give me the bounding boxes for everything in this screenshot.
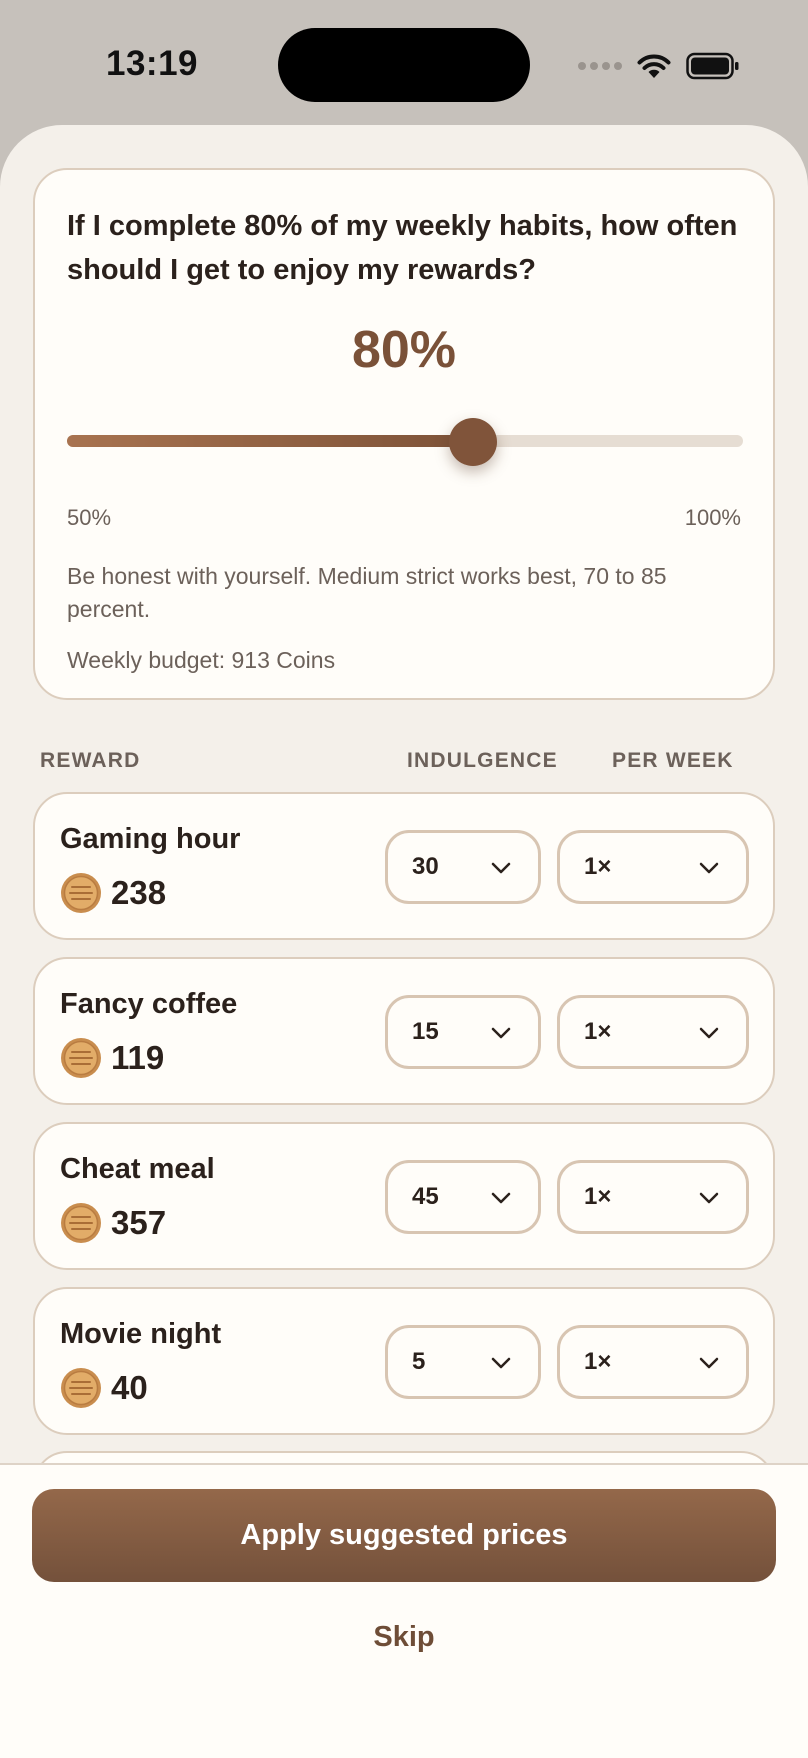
status-bar: 13:19 — [0, 0, 808, 125]
reward-row-fancy-coffee: Fancy coffee 119 15 1× — [33, 957, 775, 1105]
slider-max-label: 100% — [684, 505, 741, 530]
reward-row-movie-night: Movie night 40 5 1× — [33, 1287, 775, 1435]
indulgence-select[interactable]: 15 — [385, 995, 541, 1069]
reward-row-gaming-hour: Gaming hour 238 30 1× — [33, 792, 775, 940]
per-week-select[interactable]: 1× — [557, 995, 749, 1069]
indulgence-value: 5 — [412, 1348, 426, 1375]
reward-name: Cheat meal — [60, 1153, 215, 1185]
battery-icon — [686, 52, 739, 80]
footer: Apply suggested prices Skip — [0, 1463, 808, 1758]
chevron-down-icon — [699, 1192, 719, 1204]
chevron-down-icon — [699, 862, 719, 874]
indulgence-select[interactable]: 30 — [385, 830, 541, 904]
cellular-signal-icon — [578, 62, 622, 70]
per-week-select[interactable]: 1× — [557, 830, 749, 904]
per-week-select[interactable]: 1× — [557, 1325, 749, 1399]
status-time: 13:19 — [106, 44, 199, 83]
completion-percent: 80% — [351, 321, 457, 379]
completion-card: If I complete 80% of my weekly habits, h… — [33, 168, 775, 700]
chevron-down-icon — [699, 1027, 719, 1039]
reward-name: Fancy coffee — [60, 988, 238, 1020]
slider-fill — [67, 435, 473, 447]
reward-cost: 238 — [111, 874, 167, 911]
completion-slider[interactable] — [67, 418, 743, 466]
chevron-down-icon — [491, 1357, 511, 1369]
reward-cost: 40 — [111, 1369, 148, 1406]
slider-thumb[interactable] — [448, 418, 497, 466]
indulgence-select[interactable]: 45 — [385, 1160, 541, 1234]
coin-icon — [61, 1038, 101, 1078]
per-week-select[interactable]: 1× — [557, 1160, 749, 1234]
slider-min-label: 50% — [67, 505, 112, 530]
column-header-indulgence: INDULGENCE — [407, 749, 558, 772]
wifi-icon — [637, 54, 671, 78]
column-header-per-week: PER WEEK — [612, 749, 734, 772]
indulgence-value: 45 — [412, 1183, 439, 1210]
reward-name: Gaming hour — [60, 823, 241, 855]
column-header-reward: REWARD — [40, 749, 141, 772]
indulgence-value: 30 — [412, 853, 439, 880]
chevron-down-icon — [491, 1027, 511, 1039]
per-week-value: 1× — [584, 1183, 612, 1210]
per-week-value: 1× — [584, 1348, 612, 1375]
reward-cost: 357 — [111, 1204, 167, 1241]
weekly-budget: Weekly budget: 913 Coins — [67, 647, 336, 673]
apply-suggested-prices-button[interactable]: Apply suggested prices — [32, 1489, 776, 1582]
chevron-down-icon — [491, 1192, 511, 1204]
chevron-down-icon — [491, 862, 511, 874]
reward-name: Movie night — [60, 1318, 222, 1350]
coin-icon — [61, 1203, 101, 1243]
skip-button[interactable]: Skip — [0, 1621, 808, 1654]
per-week-value: 1× — [584, 1018, 612, 1045]
question-text: If I complete 80% of my weekly habits, h… — [67, 210, 738, 286]
hint-text: Be honest with yourself. Medium strict w… — [67, 563, 667, 622]
indulgence-value: 15 — [412, 1018, 439, 1045]
reward-row-cheat-meal: Cheat meal 357 45 1× — [33, 1122, 775, 1270]
status-icons — [578, 48, 740, 84]
coin-icon — [61, 873, 101, 913]
chevron-down-icon — [699, 1357, 719, 1369]
dynamic-island — [278, 28, 530, 102]
reward-cost: 119 — [111, 1039, 165, 1076]
indulgence-select[interactable]: 5 — [385, 1325, 541, 1399]
coin-icon — [61, 1368, 101, 1408]
per-week-value: 1× — [584, 853, 612, 880]
